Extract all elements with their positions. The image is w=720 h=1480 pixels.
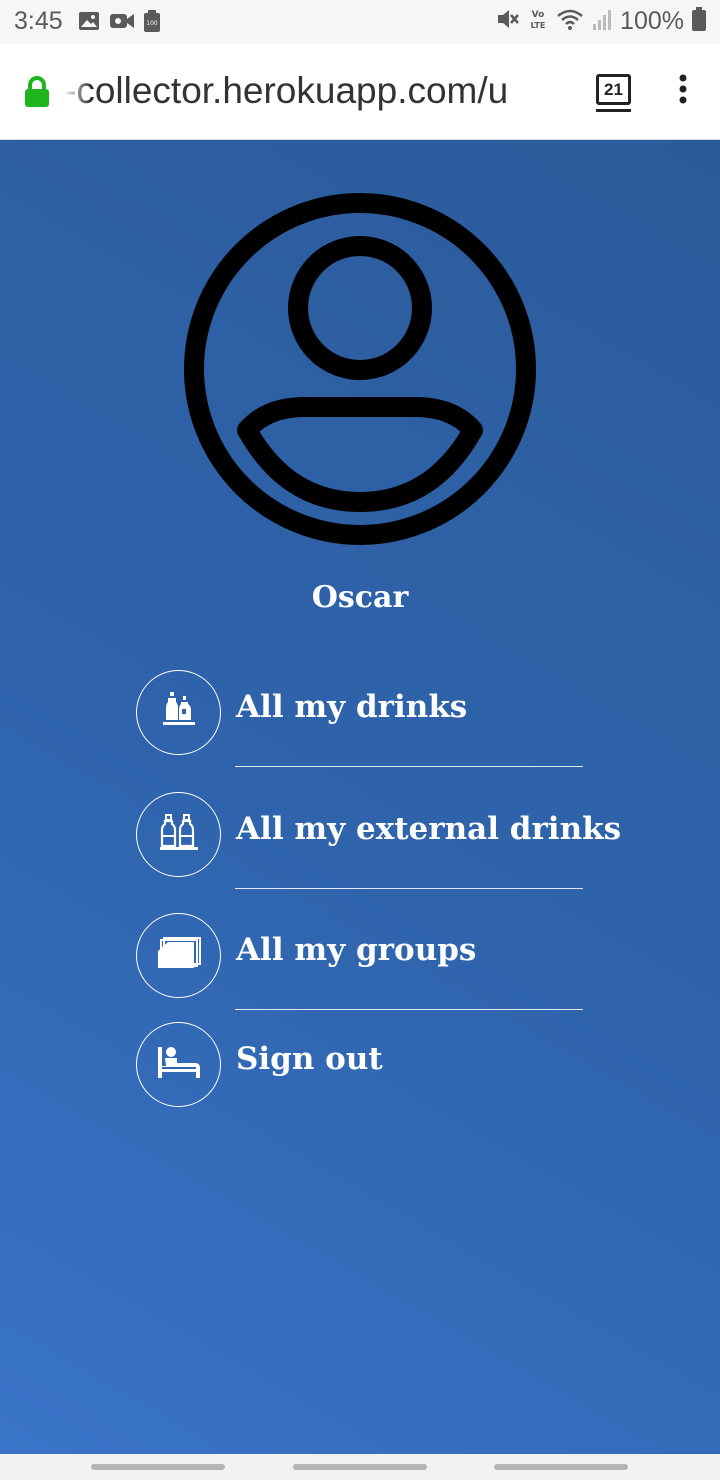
battery-percent: 100%	[620, 7, 684, 35]
url-text: -collector.herokuapp.com/u	[64, 70, 509, 111]
menu-item-all-my-groups[interactable]: All my groups	[135, 913, 585, 1010]
browser-url-bar: -collector.herokuapp.com/u 21	[0, 44, 720, 140]
menu-item-sign-out[interactable]: Sign out	[135, 1022, 585, 1112]
system-nav-bar	[0, 1454, 720, 1480]
menu-item-all-my-external-drinks[interactable]: All my external drinks	[135, 792, 621, 889]
svg-text:Vo: Vo	[532, 10, 545, 20]
tab-switcher-button[interactable]: 21	[596, 74, 631, 105]
video-camera-icon	[110, 12, 134, 35]
nav-home-handle[interactable]	[293, 1464, 427, 1470]
menu-icon-circle	[136, 1022, 221, 1107]
menu-label: All my drinks	[236, 689, 468, 725]
menu-icon-circle	[136, 670, 221, 755]
status-left-icons: 100	[78, 10, 160, 37]
menu-divider	[235, 766, 583, 767]
menu-label: Sign out	[236, 1041, 383, 1077]
volte-icon: Vo LTE	[528, 7, 548, 36]
battery-saver-icon: 100	[144, 10, 160, 37]
menu-label: All my external drinks	[236, 811, 622, 847]
lock-icon	[24, 76, 50, 113]
tab-switcher-underline	[596, 109, 631, 112]
bottles-icon	[159, 814, 198, 855]
menu-item-all-my-drinks[interactable]: All my drinks	[135, 670, 585, 767]
more-vert-icon[interactable]	[676, 74, 690, 109]
svg-text:100: 100	[146, 20, 158, 27]
menu-label: All my groups	[236, 932, 477, 968]
status-bar: 3:45 100 Vo LTE 100%	[0, 0, 720, 44]
menu-icon-circle	[136, 913, 221, 998]
url-field[interactable]: -collector.herokuapp.com/u	[64, 70, 578, 116]
menu-divider	[235, 888, 583, 889]
battery-icon	[692, 7, 706, 36]
profile-page: Oscar All my drinks All my external drin…	[0, 140, 720, 1454]
signal-icon	[592, 7, 612, 36]
bottles-on-shelf-icon	[162, 690, 196, 735]
status-time: 3:45	[14, 7, 63, 35]
mute-icon	[496, 7, 520, 36]
user-avatar-icon	[183, 192, 537, 551]
status-right-icons: Vo LTE 100%	[496, 7, 706, 36]
svg-text:LTE: LTE	[531, 21, 546, 30]
stacked-cards-icon	[156, 937, 202, 974]
nav-recents-handle[interactable]	[91, 1464, 225, 1470]
url-fade-right	[548, 70, 580, 116]
image-icon	[78, 11, 100, 36]
url-fade-left	[64, 70, 90, 116]
user-name: Oscar	[311, 580, 409, 615]
menu-divider	[235, 1009, 583, 1010]
bed-icon	[157, 1045, 201, 1084]
nav-back-handle[interactable]	[494, 1464, 628, 1470]
wifi-icon	[556, 7, 584, 36]
menu-icon-circle	[136, 792, 221, 877]
